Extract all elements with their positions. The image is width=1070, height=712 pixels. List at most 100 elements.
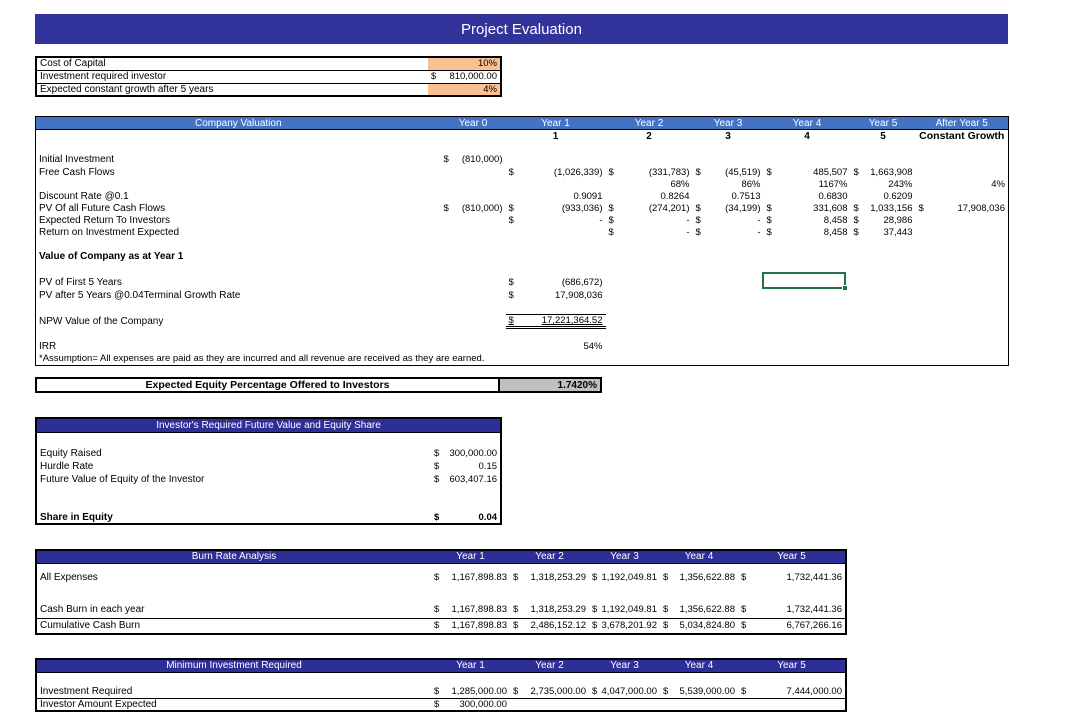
- irr-value[interactable]: 54%: [506, 341, 606, 353]
- investment-required-min-label[interactable]: Investment Required: [36, 685, 431, 699]
- all-expenses-y1[interactable]: $1,167,898.83: [431, 571, 510, 584]
- burn-col-year1[interactable]: Year 1: [431, 550, 510, 564]
- burn-rate-title[interactable]: Burn Rate Analysis: [36, 550, 431, 564]
- fcf-y3[interactable]: $ (45,519): [693, 166, 764, 179]
- cash-burn-y4[interactable]: $1,356,622.88: [660, 602, 738, 619]
- cv-sub-constant-growth[interactable]: Constant Growth: [916, 130, 1009, 144]
- min-col-year5[interactable]: Year 5: [738, 659, 846, 673]
- roi-y5[interactable]: $37,443: [851, 227, 916, 239]
- cash-burn-y2[interactable]: $1,318,253.29: [510, 602, 589, 619]
- cost-of-capital-value[interactable]: 10%: [428, 57, 501, 71]
- investment-required-y1[interactable]: $1,285,000.00: [431, 685, 510, 699]
- cv-sub-3[interactable]: 3: [693, 130, 764, 144]
- expected-return-y1[interactable]: $ -: [506, 215, 606, 227]
- all-expenses-y5[interactable]: $1,732,441.36: [738, 571, 846, 584]
- minimum-investment-title[interactable]: Minimum Investment Required: [36, 659, 431, 673]
- expected-return-y4[interactable]: $8,458: [764, 215, 851, 227]
- cv-sub-1[interactable]: 1: [506, 130, 606, 144]
- hurdle-rate-value[interactable]: $0.15: [431, 460, 501, 473]
- page-title[interactable]: Project Evaluation: [35, 14, 1008, 44]
- burn-col-year4[interactable]: Year 4: [660, 550, 738, 564]
- npw-label[interactable]: NPW Value of the Company: [36, 315, 441, 328]
- share-in-equity-label[interactable]: Share in Equity: [36, 511, 431, 524]
- discount-y4[interactable]: 0.6830: [764, 191, 851, 203]
- cv-col-after-year5[interactable]: After Year 5: [915, 116, 1009, 130]
- all-expenses-y2[interactable]: $1,318,253.29: [510, 571, 589, 584]
- cumulative-burn-y4[interactable]: $5,034,824.80: [660, 618, 738, 634]
- initial-investment-y0[interactable]: $ (810,000): [441, 153, 506, 166]
- fcf-y2[interactable]: $ (331,783): [606, 166, 693, 179]
- cv-col-year0[interactable]: Year 0: [440, 116, 506, 130]
- roi-y2[interactable]: $ -: [606, 227, 693, 239]
- cv-sub-2[interactable]: 2: [606, 130, 693, 144]
- cv-col-year4[interactable]: Year 4: [763, 116, 851, 130]
- discount-rate-label[interactable]: Discount Rate @0.1: [36, 191, 441, 203]
- hurdle-rate-label[interactable]: Hurdle Rate: [36, 460, 431, 473]
- fcf-y1[interactable]: $ (1,026,339): [506, 166, 606, 179]
- fill-handle[interactable]: [842, 285, 848, 291]
- discount-y1[interactable]: 0.9091: [506, 191, 606, 203]
- assumption-note[interactable]: *Assumption= All expenses are paid as th…: [36, 353, 1009, 366]
- pv-after5-label[interactable]: PV after 5 Years @0.04Terminal Growth Ra…: [36, 289, 441, 302]
- min-col-year3[interactable]: Year 3: [589, 659, 660, 673]
- cumulative-burn-label[interactable]: Cumulative Cash Burn: [36, 618, 431, 634]
- cost-of-capital-label[interactable]: Cost of Capital: [36, 57, 428, 71]
- fcf-pct-y2[interactable]: 68%: [606, 179, 693, 191]
- equity-raised-value[interactable]: $300,000.00: [431, 447, 501, 460]
- fcf-pct-after[interactable]: 4%: [916, 179, 1009, 191]
- cash-burn-y5[interactable]: $1,732,441.36: [738, 602, 846, 619]
- pv-after5-value[interactable]: $17,908,036: [506, 289, 606, 302]
- cash-burn-y1[interactable]: $1,167,898.83: [431, 602, 510, 619]
- investment-required-value[interactable]: $810,000.00: [428, 70, 501, 84]
- investor-amount-y1[interactable]: $300,000.00: [431, 698, 510, 711]
- cv-col-year1[interactable]: Year 1: [505, 116, 606, 130]
- value-of-company-heading[interactable]: Value of Company as at Year 1: [36, 250, 1009, 263]
- future-value-value[interactable]: $603,407.16: [431, 473, 501, 486]
- investor-amount-label[interactable]: Investor Amount Expected: [36, 698, 431, 711]
- investment-required-y3[interactable]: $4,047,000.00: [589, 685, 660, 699]
- discount-y2[interactable]: 0.8264: [606, 191, 693, 203]
- expected-growth-value[interactable]: 4%: [428, 83, 501, 96]
- selected-cell[interactable]: [762, 272, 848, 291]
- burn-col-year2[interactable]: Year 2: [510, 550, 589, 564]
- equity-offer-label[interactable]: Expected Equity Percentage Offered to In…: [35, 377, 500, 393]
- investment-required-label[interactable]: Investment required investor: [36, 70, 428, 84]
- expected-return-y2[interactable]: $ -: [606, 215, 693, 227]
- cv-col-year3[interactable]: Year 3: [692, 116, 764, 130]
- cumulative-burn-y3[interactable]: $3,678,201.92: [589, 618, 660, 634]
- expected-return-label[interactable]: Expected Return To Investors: [36, 215, 441, 227]
- expected-return-y5[interactable]: $28,986: [851, 215, 916, 227]
- cv-sub-4[interactable]: 4: [764, 130, 851, 144]
- roi-y3[interactable]: $ -: [693, 227, 764, 239]
- pv-first5-label[interactable]: PV of First 5 Years: [36, 276, 441, 289]
- pv-first5-value[interactable]: $ (686,672): [506, 276, 606, 289]
- investment-required-y2[interactable]: $2,735,000.00: [510, 685, 589, 699]
- cv-sub-5[interactable]: 5: [851, 130, 916, 144]
- pv-all-y4[interactable]: $331,608: [764, 203, 851, 215]
- investor-table-title[interactable]: Investor's Required Future Value and Equ…: [36, 418, 502, 433]
- burn-col-year5[interactable]: Year 5: [738, 550, 846, 564]
- cumulative-burn-y2[interactable]: $2,486,152.12: [510, 618, 589, 634]
- pv-all-y1[interactable]: $ (933,036): [506, 203, 606, 215]
- pv-all-label[interactable]: PV Of all Future Cash Flows: [36, 203, 441, 215]
- pv-all-y2[interactable]: $ (274,201): [606, 203, 693, 215]
- burn-col-year3[interactable]: Year 3: [589, 550, 660, 564]
- equity-offer-value[interactable]: 1.7420%: [500, 377, 602, 393]
- fcf-pct-y4[interactable]: 1167%: [764, 179, 851, 191]
- cash-burn-label[interactable]: Cash Burn in each year: [36, 602, 431, 619]
- future-value-label[interactable]: Future Value of Equity of the Investor: [36, 473, 431, 486]
- all-expenses-y3[interactable]: $1,192,049.81: [589, 571, 660, 584]
- cumulative-burn-y1[interactable]: $1,167,898.83: [431, 618, 510, 634]
- company-valuation-title[interactable]: Company Valuation: [35, 116, 441, 130]
- discount-y3[interactable]: 0.7513: [693, 191, 764, 203]
- all-expenses-label[interactable]: All Expenses: [36, 571, 431, 584]
- fcf-pct-y5[interactable]: 243%: [851, 179, 916, 191]
- free-cash-flows-label[interactable]: Free Cash Flows: [36, 166, 441, 179]
- cv-col-year2[interactable]: Year 2: [605, 116, 693, 130]
- pv-all-after[interactable]: $17,908,036: [916, 203, 1009, 215]
- fcf-y4[interactable]: $485,507: [764, 166, 851, 179]
- expected-growth-label[interactable]: Expected constant growth after 5 years: [36, 83, 428, 96]
- pv-all-y3[interactable]: $ (34,199): [693, 203, 764, 215]
- cumulative-burn-y5[interactable]: $6,767,266.16: [738, 618, 846, 634]
- min-col-year2[interactable]: Year 2: [510, 659, 589, 673]
